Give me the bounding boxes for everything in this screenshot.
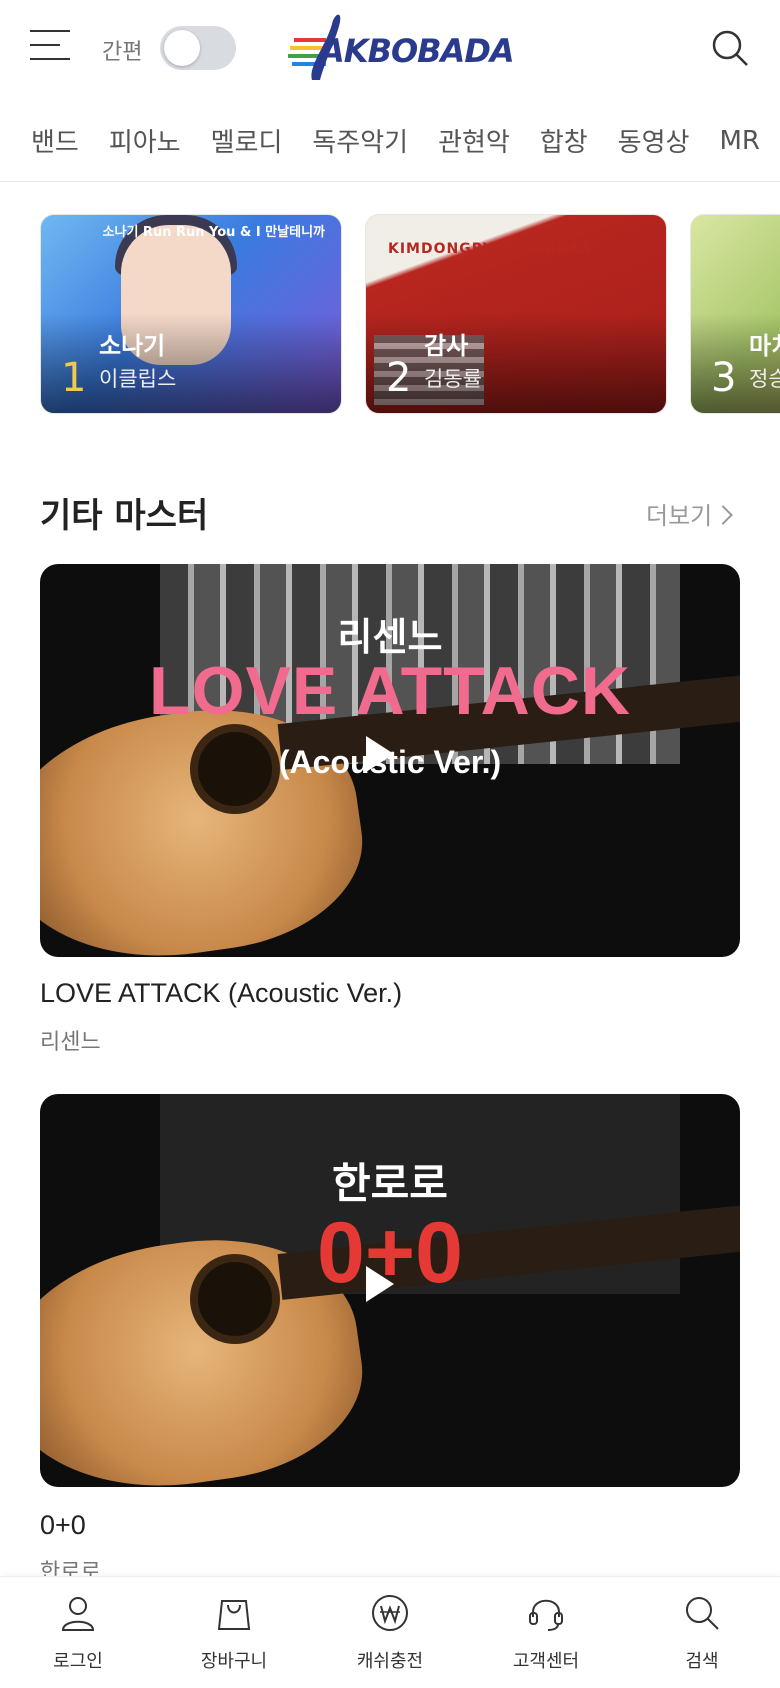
logo-text: AKBOBADA xyxy=(320,32,515,70)
video-thumbnail[interactable]: 한로로 0+0 xyxy=(40,1094,740,1487)
category-piano[interactable]: 피아노 xyxy=(109,122,181,159)
section-title: 기타 마스터 xyxy=(40,496,209,536)
chart-card[interactable]: KIMDONGRYUL THANKS 2 감사 김동률 xyxy=(365,214,667,414)
video-thumbnail[interactable]: 리센느 LOVE ATTACK (Acoustic Ver.) xyxy=(40,564,740,957)
nav-cart[interactable]: 장바구니 xyxy=(156,1577,312,1688)
nav-label: 검색 xyxy=(685,1651,719,1672)
simple-mode-toggle[interactable] xyxy=(160,26,236,70)
chart-rank: 3 xyxy=(711,355,737,401)
toggle-knob xyxy=(164,30,200,66)
more-link[interactable]: 더보기 xyxy=(646,496,734,531)
category-video[interactable]: 동영상 xyxy=(618,122,690,159)
category-band[interactable]: 밴드 xyxy=(31,122,79,159)
thumb-song-text: LOVE ATTACK xyxy=(149,653,631,729)
won-coin-icon xyxy=(372,1595,408,1631)
category-orchestra[interactable]: 관현악 xyxy=(438,122,510,159)
chart-artist: 김동률 xyxy=(424,367,482,391)
thumb-artist-text: 한로로 xyxy=(332,1159,448,1208)
chart-card[interactable]: 3 마치 정승 xyxy=(690,214,780,414)
category-choir[interactable]: 합창 xyxy=(540,122,588,159)
nav-label: 로그인 xyxy=(53,1651,103,1672)
album-art-text: KIMDONGRYUL THANKS xyxy=(388,241,593,257)
more-label: 더보기 xyxy=(646,502,713,530)
chart-card[interactable]: 소나기 Run Run You & I 만날테니까 1 소나기 이클립스 xyxy=(40,214,342,414)
nav-login[interactable]: 로그인 xyxy=(0,1577,156,1688)
top-header: 간편 AKBOBADA xyxy=(0,0,780,100)
category-mr[interactable]: MR xyxy=(719,126,760,156)
nav-cash-charge[interactable]: 캐쉬충전 xyxy=(312,1577,468,1688)
video-title[interactable]: 0+0 xyxy=(40,1510,86,1541)
user-icon xyxy=(61,1597,95,1631)
chart-artist: 이클립스 xyxy=(99,367,177,391)
video-artist: 리센느 xyxy=(40,1030,101,1055)
chart-artist: 정승 xyxy=(749,367,780,391)
nav-label: 고객센터 xyxy=(512,1651,580,1672)
hamburger-menu-icon[interactable] xyxy=(30,30,70,66)
chart-rank: 2 xyxy=(386,355,412,401)
akbobada-logo[interactable]: AKBOBADA xyxy=(286,6,515,86)
play-icon[interactable] xyxy=(366,736,394,772)
category-nav: 밴드 피아노 멜로디 독주악기 관현악 합창 동영상 MR xyxy=(0,100,780,182)
album-art-text: 소나기 Run Run You & I 만날테니까 xyxy=(102,225,325,240)
chart-carousel: 소나기 Run Run You & I 만날테니까 1 소나기 이클립스 KIM… xyxy=(0,214,780,414)
chart-rank: 1 xyxy=(61,355,87,401)
search-icon[interactable] xyxy=(710,28,750,68)
bottom-nav: 로그인 장바구니 캐쉬충전 고객센터 검색 xyxy=(0,1576,780,1688)
nav-search[interactable]: 검색 xyxy=(624,1577,780,1688)
shopping-bag-icon xyxy=(217,1600,251,1630)
category-melody[interactable]: 멜로디 xyxy=(211,122,283,159)
nav-customer-center[interactable]: 고객센터 xyxy=(468,1577,624,1688)
nav-label: 장바구니 xyxy=(200,1651,268,1672)
chart-song-title: 마치 xyxy=(749,332,780,360)
nav-label: 캐쉬충전 xyxy=(356,1651,424,1672)
chart-song-title: 감사 xyxy=(424,332,469,360)
video-title[interactable]: LOVE ATTACK (Acoustic Ver.) xyxy=(40,978,402,1009)
chart-song-title: 소나기 xyxy=(99,332,166,360)
chevron-right-icon xyxy=(713,505,734,525)
category-solo-instrument[interactable]: 독주악기 xyxy=(312,122,408,159)
play-icon[interactable] xyxy=(366,1266,394,1302)
headset-icon xyxy=(529,1599,563,1631)
search-icon xyxy=(686,1597,719,1630)
simple-mode-label: 간편 xyxy=(102,40,143,65)
